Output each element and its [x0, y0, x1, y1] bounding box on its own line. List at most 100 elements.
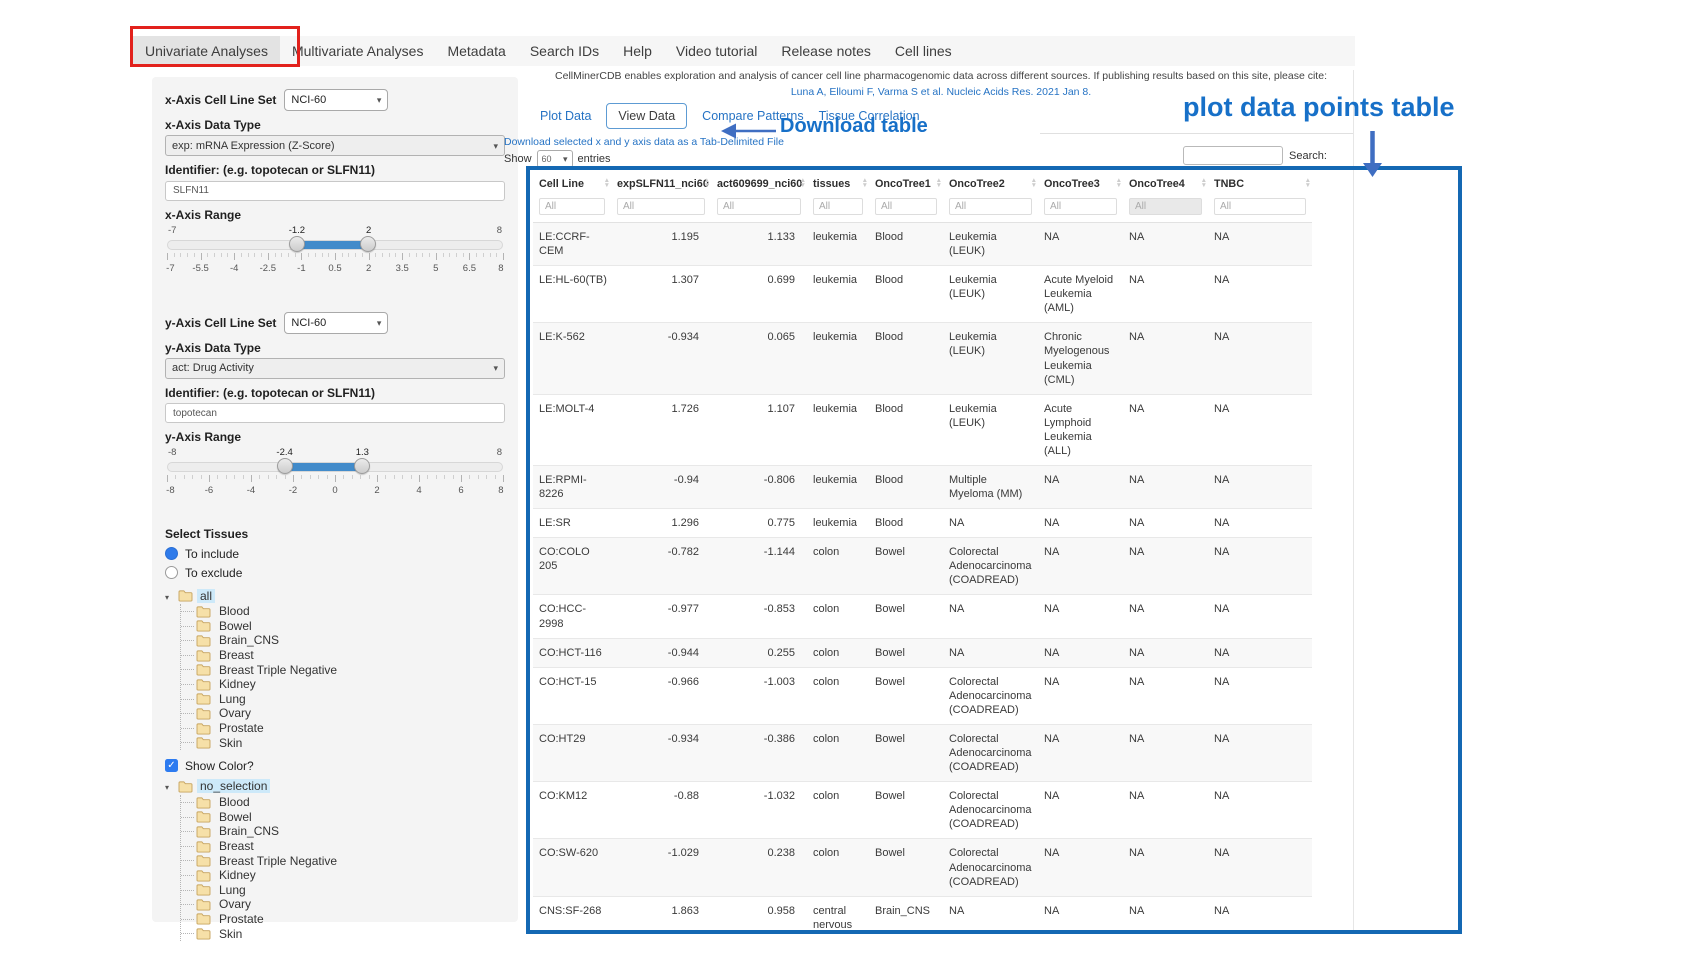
tree-expander-icon[interactable] — [165, 589, 174, 603]
tree-item-bowel[interactable]: Bowel — [196, 619, 505, 634]
tree-item-prostate[interactable]: Prostate — [196, 721, 505, 736]
download-data-link[interactable]: Download selected x and y axis data as a… — [504, 136, 784, 148]
tree-item-lung[interactable]: Lung — [196, 692, 505, 707]
sort-icons[interactable] — [862, 178, 868, 188]
tree-root-label: no_selection — [197, 779, 270, 793]
data-cell: NA — [1208, 538, 1312, 595]
col-header-expslfn11-nci60[interactable]: expSLFN11_nci60 — [611, 170, 711, 196]
table-row[interactable]: LE:K-562-0.9340.065leukemiaBloodLeukemia… — [533, 323, 1312, 394]
filter-input-act609699-nci60[interactable] — [717, 198, 801, 215]
tree-item-skin[interactable]: Skin — [196, 735, 505, 750]
y-axis-range-slider[interactable]: -88-2.41.3-8-6-4-202468 — [167, 447, 503, 498]
sort-icons[interactable] — [1305, 178, 1311, 188]
sort-icons[interactable] — [1031, 178, 1037, 188]
tree-item-skin[interactable]: Skin — [196, 926, 505, 941]
tree-item-lung[interactable]: Lung — [196, 883, 505, 898]
table-row[interactable]: CO:SW-620-1.0290.238colonBowelColorectal… — [533, 839, 1312, 896]
tree-root-all[interactable]: all — [165, 587, 505, 604]
table-row[interactable]: LE:MOLT-41.7261.107leukemiaBloodLeukemia… — [533, 394, 1312, 465]
show-color-row[interactable]: Show Color? — [165, 759, 505, 773]
radio-unselected-icon[interactable] — [165, 566, 178, 579]
table-row[interactable]: CO:HCT-116-0.9440.255colonBowelNANANANA — [533, 638, 1312, 667]
table-row[interactable]: LE:SR1.2960.775leukemiaBloodNANANANA — [533, 509, 1312, 538]
tree-item-blood[interactable]: Blood — [196, 795, 505, 810]
x-axis-identifier-input[interactable] — [165, 181, 505, 201]
tree-item-blood[interactable]: Blood — [196, 604, 505, 619]
tree-item-kidney[interactable]: Kidney — [196, 868, 505, 883]
filter-input-expslfn11-nci60[interactable] — [617, 198, 705, 215]
table-search-input[interactable] — [1183, 146, 1283, 165]
slider-handle-to[interactable] — [360, 236, 376, 252]
nav-item-multivariate-analyses[interactable]: Multivariate Analyses — [280, 36, 436, 66]
tab-view-data[interactable]: View Data — [606, 103, 687, 129]
table-row[interactable]: CO:COLO 205-0.782-1.144colonBowelColorec… — [533, 538, 1312, 595]
col-header-oncotree1[interactable]: OncoTree1 — [869, 170, 943, 196]
col-header-act609699-nci60[interactable]: act609699_nci60 — [711, 170, 807, 196]
y-axis-cell-line-set-select[interactable]: NCI-60 — [284, 312, 388, 334]
tree-item-breast-triple-negative[interactable]: Breast Triple Negative — [196, 662, 505, 677]
tree-item-brain-cns[interactable]: Brain_CNS — [196, 633, 505, 648]
table-row[interactable]: LE:RPMI-8226-0.94-0.806leukemiaBloodMult… — [533, 466, 1312, 509]
tree-item-kidney[interactable]: Kidney — [196, 677, 505, 692]
table-row[interactable]: CO:HCT-15-0.966-1.003colonBowelColorecta… — [533, 667, 1312, 724]
filter-input-oncotree4[interactable] — [1129, 198, 1202, 215]
entries-per-page-value: 60 — [542, 154, 552, 164]
y-axis-identifier-input[interactable] — [165, 403, 505, 423]
tree-item-brain-cns[interactable]: Brain_CNS — [196, 824, 505, 839]
col-header-oncotree4[interactable]: OncoTree4 — [1123, 170, 1208, 196]
nav-item-help[interactable]: Help — [611, 36, 664, 66]
col-header-tissues[interactable]: tissues — [807, 170, 869, 196]
sort-icons[interactable] — [1116, 178, 1122, 188]
show-color-checkbox[interactable] — [165, 759, 178, 772]
x-axis-cell-line-set-select[interactable]: NCI-60 — [284, 89, 388, 111]
slider-track[interactable] — [167, 240, 503, 250]
x-axis-range-slider[interactable]: -78-1.22-7-5.5-4-2.5-10.523.556.58 — [167, 225, 503, 276]
tree-item-ovary[interactable]: Ovary — [196, 706, 505, 721]
table-row[interactable]: CO:KM12-0.88-1.032colonBowelColorectal A… — [533, 782, 1312, 839]
tree-item-breast[interactable]: Breast — [196, 839, 505, 854]
col-header-oncotree3[interactable]: OncoTree3 — [1038, 170, 1123, 196]
table-row[interactable]: CNS:SF-2681.8630.958central nervous syst… — [533, 896, 1312, 934]
filter-input-oncotree2[interactable] — [949, 198, 1032, 215]
table-row[interactable]: CO:HT29-0.934-0.386colonBowelColorectal … — [533, 724, 1312, 781]
tree-item-breast[interactable]: Breast — [196, 648, 505, 663]
sort-icons[interactable] — [936, 178, 942, 188]
nav-item-search-ids[interactable]: Search IDs — [518, 36, 611, 66]
col-header-cell-line[interactable]: Cell Line — [533, 170, 611, 196]
slider-handle-from[interactable] — [277, 458, 293, 474]
sort-icons[interactable] — [604, 178, 610, 188]
tab-plot-data[interactable]: Plot Data — [540, 109, 591, 123]
radio-option-to-include[interactable]: To include — [165, 544, 505, 563]
nav-item-cell-lines[interactable]: Cell lines — [883, 36, 964, 66]
slider-handle-to[interactable] — [354, 458, 370, 474]
y-axis-data-type-select[interactable]: act: Drug Activity — [165, 358, 505, 379]
slider-track[interactable] — [167, 462, 503, 472]
radio-selected-icon[interactable] — [165, 547, 178, 560]
col-header-oncotree2[interactable]: OncoTree2 — [943, 170, 1038, 196]
tree-item-ovary[interactable]: Ovary — [196, 897, 505, 912]
filter-input-oncotree3[interactable] — [1044, 198, 1117, 215]
tree-root-no-selection[interactable]: no_selection — [165, 778, 505, 795]
table-row[interactable]: LE:CCRF-CEM1.1951.133leukemiaBloodLeukem… — [533, 223, 1312, 266]
sort-icons[interactable] — [1201, 178, 1207, 188]
nav-item-video-tutorial[interactable]: Video tutorial — [664, 36, 769, 66]
sort-icons[interactable] — [800, 178, 806, 188]
filter-input-tnbc[interactable] — [1214, 198, 1306, 215]
filter-input-oncotree1[interactable] — [875, 198, 937, 215]
slider-handle-from[interactable] — [289, 236, 305, 252]
radio-option-to-exclude[interactable]: To exclude — [165, 563, 505, 582]
filter-input-tissues[interactable] — [813, 198, 863, 215]
nav-item-release-notes[interactable]: Release notes — [769, 36, 883, 66]
filter-input-cell-line[interactable] — [539, 198, 605, 215]
table-row[interactable]: LE:HL-60(TB)1.3070.699leukemiaBloodLeuke… — [533, 266, 1312, 323]
tree-item-prostate[interactable]: Prostate — [196, 912, 505, 927]
x-axis-data-type-select[interactable]: exp: mRNA Expression (Z-Score) — [165, 135, 505, 156]
table-row[interactable]: CO:HCC-2998-0.977-0.853colonBowelNANANAN… — [533, 595, 1312, 638]
tree-expander-icon[interactable] — [165, 779, 174, 793]
tree-item-breast-triple-negative[interactable]: Breast Triple Negative — [196, 853, 505, 868]
nav-item-metadata[interactable]: Metadata — [435, 36, 517, 66]
sort-icons[interactable] — [704, 178, 710, 188]
col-header-tnbc[interactable]: TNBC — [1208, 170, 1312, 196]
nav-item-univariate-analyses[interactable]: Univariate Analyses — [133, 36, 280, 66]
tree-item-bowel[interactable]: Bowel — [196, 810, 505, 825]
